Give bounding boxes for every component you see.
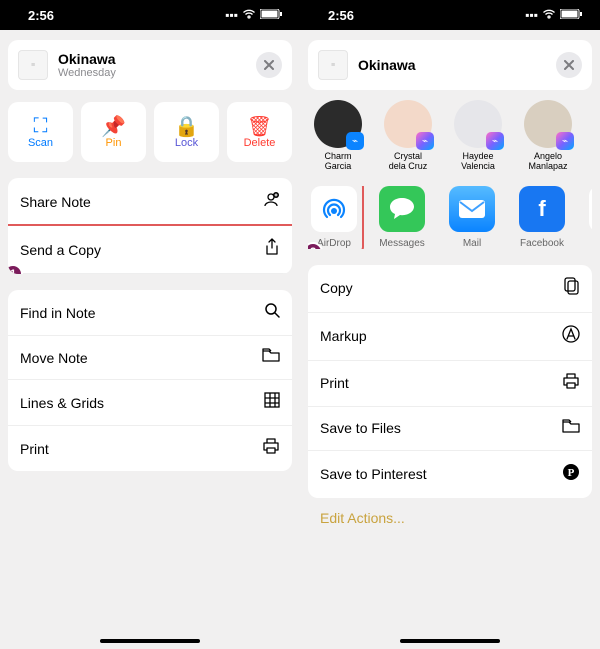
move-note-row[interactable]: Move Note xyxy=(8,336,292,380)
trash-icon: 🗑 xyxy=(247,115,272,137)
avatar: ⌁ xyxy=(384,100,432,148)
signal-icon: ▪▪▪ xyxy=(525,8,538,22)
status-icons: ▪▪▪ xyxy=(225,8,282,22)
copy-row[interactable]: Copy xyxy=(308,265,592,313)
delete-button[interactable]: 🗑 Delete xyxy=(227,102,292,162)
print-icon xyxy=(562,373,580,394)
share-apps-row: AirDrop Messages Mail f Facebook ⌁ Me 2 xyxy=(308,186,592,249)
edit-actions-link[interactable]: Edit Actions... xyxy=(320,510,580,526)
pin-button[interactable]: 📌 Pin xyxy=(81,102,146,162)
menu-group-2: Find in Note Move Note Lines & Grids Pri… xyxy=(8,290,292,471)
left-screenshot: 2:56 ▪▪▪ ≡ Okinawa Wednesday ⛶ Scan 📌 Pi… xyxy=(0,0,300,649)
home-indicator[interactable] xyxy=(400,639,500,643)
lock-button[interactable]: 🔒 Lock xyxy=(154,102,219,162)
folder-icon xyxy=(562,419,580,438)
contact-charm[interactable]: ⌁ CharmGarcia xyxy=(308,100,368,172)
contact-angelo[interactable]: ⌁ AngeloManlapaz xyxy=(518,100,578,172)
avatar: ⌁ xyxy=(314,100,362,148)
messenger-icon: ⌁ xyxy=(589,186,592,232)
battery-icon xyxy=(560,8,582,22)
messenger-badge-icon: ⌁ xyxy=(556,132,574,150)
print-row[interactable]: Print xyxy=(8,426,292,471)
messenger-badge-icon: ⌁ xyxy=(346,132,364,150)
messenger-badge-icon: ⌁ xyxy=(416,132,434,150)
status-bar: 2:56 ▪▪▪ xyxy=(0,0,300,30)
contact-haydee[interactable]: ⌁ HaydeeValencia xyxy=(448,100,508,172)
messenger-badge-icon: ⌁ xyxy=(486,132,504,150)
search-icon xyxy=(264,302,280,323)
markup-icon xyxy=(562,325,580,348)
wifi-icon xyxy=(542,8,556,22)
note-thumbnail-icon: ≡ xyxy=(318,50,348,80)
messenger-button[interactable]: ⌁ Me xyxy=(584,186,592,249)
airdrop-button[interactable]: AirDrop xyxy=(308,186,362,249)
avatar: ⌁ xyxy=(524,100,572,148)
menu-group-1: Share Note Send a Copy 1 xyxy=(8,178,292,274)
note-thumbnail-icon: ≡ xyxy=(18,50,48,80)
mail-icon xyxy=(449,186,495,232)
battery-icon xyxy=(260,8,282,22)
lines-grids-row[interactable]: Lines & Grids xyxy=(8,380,292,426)
avatar: ⌁ xyxy=(454,100,502,148)
folder-icon xyxy=(262,348,280,367)
copy-icon xyxy=(564,277,580,300)
quick-actions: ⛶ Scan 📌 Pin 🔒 Lock 🗑 Delete xyxy=(8,102,292,162)
facebook-button[interactable]: f Facebook xyxy=(514,186,570,249)
save-to-files-row[interactable]: Save to Files xyxy=(308,407,592,451)
close-button[interactable] xyxy=(256,52,282,78)
status-bar: 2:56 ▪▪▪ xyxy=(300,0,600,30)
print-row[interactable]: Print xyxy=(308,361,592,407)
note-title: Okinawa xyxy=(358,57,416,73)
status-time: 2:56 xyxy=(328,8,354,23)
markup-row[interactable]: Markup xyxy=(308,313,592,361)
pinterest-icon: P xyxy=(562,463,580,486)
note-date: Wednesday xyxy=(58,67,116,79)
contact-crystal[interactable]: ⌁ Crystaldela Cruz xyxy=(378,100,438,172)
scan-button[interactable]: ⛶ Scan xyxy=(8,102,73,162)
messages-icon xyxy=(379,186,425,232)
note-header: ≡ Okinawa xyxy=(308,40,592,90)
note-title: Okinawa xyxy=(58,51,116,67)
person-add-icon xyxy=(262,190,280,213)
signal-icon: ▪▪▪ xyxy=(225,8,238,22)
print-icon xyxy=(262,438,280,459)
pin-icon: 📌 xyxy=(101,115,126,137)
right-screenshot: 2:56 ▪▪▪ ≡ Okinawa ⌁ CharmGarcia ⌁ Cryst… xyxy=(300,0,600,649)
contact-more[interactable] xyxy=(588,100,592,172)
status-icons: ▪▪▪ xyxy=(525,8,582,22)
scan-icon: ⛶ xyxy=(34,115,48,137)
close-button[interactable] xyxy=(556,52,582,78)
airdrop-people-row: ⌁ CharmGarcia ⌁ Crystaldela Cruz ⌁ Hayde… xyxy=(308,100,592,172)
svg-text:P: P xyxy=(568,467,575,479)
grid-icon xyxy=(264,392,280,413)
save-to-pinterest-row[interactable]: Save to Pinterest P xyxy=(308,451,592,498)
messages-button[interactable]: Messages xyxy=(374,186,430,249)
actions-group: Copy Markup Print Save to Files Save to … xyxy=(308,265,592,498)
find-in-note-row[interactable]: Find in Note xyxy=(8,290,292,336)
note-header: ≡ Okinawa Wednesday xyxy=(8,40,292,90)
mail-button[interactable]: Mail xyxy=(444,186,500,249)
lock-icon: 🔒 xyxy=(174,115,199,137)
facebook-icon: f xyxy=(519,186,565,232)
share-icon xyxy=(264,238,280,261)
airdrop-icon xyxy=(311,186,357,232)
status-time: 2:56 xyxy=(28,8,54,23)
share-note-row[interactable]: Share Note xyxy=(8,178,292,226)
wifi-icon xyxy=(242,8,256,22)
home-indicator[interactable] xyxy=(100,639,200,643)
send-copy-row[interactable]: Send a Copy xyxy=(8,226,292,274)
